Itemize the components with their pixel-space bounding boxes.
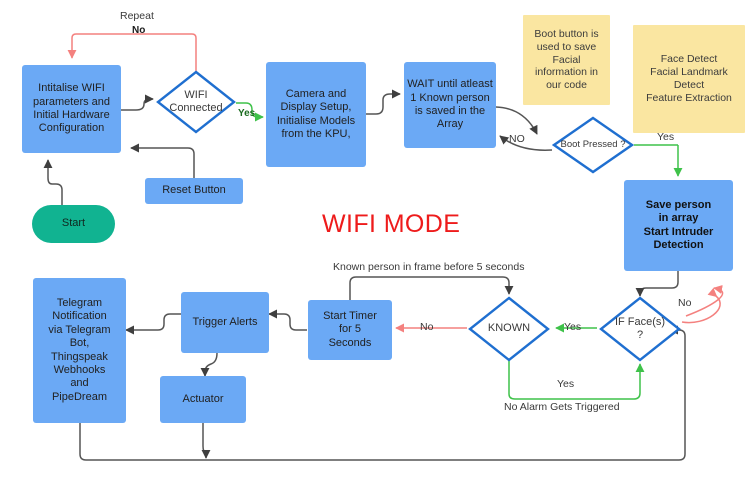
flowchart-canvas: Intitalise WIFI parameters and Initial H… bbox=[0, 0, 750, 500]
edge-label-repeat-no: No bbox=[132, 25, 146, 36]
node-wait-known-person-label: WAIT until atleast 1 Known person is sav… bbox=[407, 78, 493, 131]
node-telegram-notification-label: Telegram Notification via Telegram Bot, … bbox=[48, 296, 111, 403]
node-actuator[interactable]: Actuator bbox=[160, 376, 246, 423]
edge-label-boot-no: NO bbox=[509, 133, 525, 145]
edge-label-faces-yes: Yes bbox=[564, 321, 582, 333]
node-reset-button-label: Reset Button bbox=[162, 184, 226, 197]
node-camera-setup[interactable]: Camera and Display Setup, Initialise Mod… bbox=[266, 62, 366, 167]
node-wait-known-person[interactable]: WAIT until atleast 1 Known person is sav… bbox=[404, 62, 496, 148]
node-reset-button[interactable]: Reset Button bbox=[145, 178, 243, 204]
edge-label-boot-yes: Yes bbox=[657, 131, 675, 143]
edge-label-wifi-yes: Yes bbox=[238, 108, 256, 119]
node-actuator-label: Actuator bbox=[182, 392, 224, 405]
note-boot-button: Boot button is used to save Facial infor… bbox=[523, 15, 610, 105]
node-save-person[interactable]: Save person in array Start Intruder Dete… bbox=[624, 180, 733, 271]
node-start-label: Start bbox=[61, 217, 86, 230]
node-known-label: KNOWN bbox=[487, 322, 531, 335]
edge-label-known-no: No bbox=[420, 321, 434, 333]
node-start-timer[interactable]: Start Timer for 5 Seconds bbox=[308, 300, 392, 360]
note-face-detect-label: Face Detect Facial Landmark Detect Featu… bbox=[646, 53, 732, 104]
node-trigger-alerts-label: Trigger Alerts bbox=[192, 315, 258, 328]
node-trigger-alerts[interactable]: Trigger Alerts bbox=[181, 292, 269, 353]
edge-label-faces-no: No bbox=[678, 297, 692, 309]
edge-label-known-in-frame: Known person in frame before 5 seconds bbox=[333, 261, 525, 273]
edge-label-known-yes: Yes bbox=[557, 378, 575, 390]
node-known[interactable]: KNOWN bbox=[468, 296, 550, 362]
node-wifi-connected-label: WIFI Connected bbox=[169, 88, 223, 114]
edge-label-no-alarm: No Alarm Gets Triggered bbox=[504, 401, 620, 413]
note-boot-button-label: Boot button is used to save Facial infor… bbox=[534, 28, 599, 92]
node-start[interactable]: Start bbox=[32, 205, 115, 243]
note-face-detect: Face Detect Facial Landmark Detect Featu… bbox=[633, 25, 745, 133]
edge-label-repeat: Repeat bbox=[120, 10, 154, 22]
node-if-faces-label: IF Face(s) ? bbox=[614, 315, 666, 341]
diagram-title: WIFI MODE bbox=[322, 210, 461, 238]
node-start-timer-label: Start Timer for 5 Seconds bbox=[323, 309, 377, 349]
node-boot-pressed-label: Boot Pressed ? bbox=[560, 139, 626, 151]
node-init-wifi-label: Intitalise WIFI parameters and Initial H… bbox=[32, 82, 111, 135]
node-boot-pressed[interactable]: Boot Pressed ? bbox=[552, 116, 634, 174]
node-telegram-notification[interactable]: Telegram Notification via Telegram Bot, … bbox=[33, 278, 126, 423]
node-camera-setup-label: Camera and Display Setup, Initialise Mod… bbox=[276, 87, 356, 140]
node-if-faces[interactable]: IF Face(s) ? bbox=[599, 296, 681, 362]
node-save-person-label: Save person in array Start Intruder Dete… bbox=[643, 198, 714, 251]
node-wifi-connected[interactable]: WIFI Connected bbox=[156, 70, 236, 134]
node-init-wifi[interactable]: Intitalise WIFI parameters and Initial H… bbox=[22, 65, 121, 153]
